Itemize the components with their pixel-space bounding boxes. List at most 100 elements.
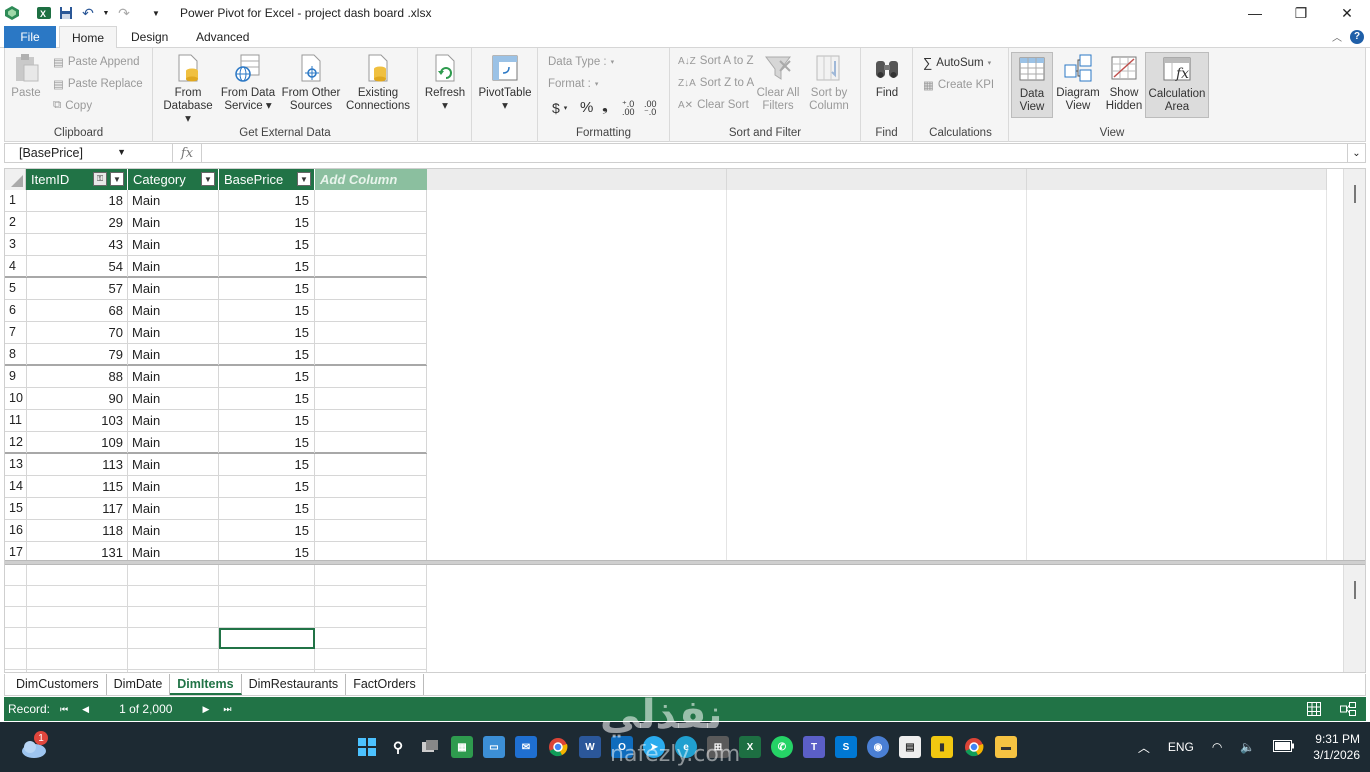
filter-dropdown-icon[interactable]: ▼ xyxy=(110,172,124,186)
sheet-tab-dimrestaurants[interactable]: DimRestaurants xyxy=(242,674,347,695)
mail-icon[interactable]: ✉ xyxy=(515,736,537,758)
selected-calc-cell[interactable] xyxy=(219,628,315,649)
cell-baseprice[interactable]: 15 xyxy=(219,256,315,277)
cell-baseprice[interactable]: 15 xyxy=(219,454,315,475)
cell-add-column[interactable] xyxy=(315,300,427,321)
cell-itemid[interactable]: 54 xyxy=(26,256,128,277)
chrome-profile-icon[interactable] xyxy=(963,736,985,758)
cell-itemid[interactable]: 103 xyxy=(26,410,128,431)
cell-category[interactable]: Main xyxy=(128,256,219,277)
table-row[interactable]: 14 115 Main 15 xyxy=(5,476,427,498)
calc-area-scrollbar[interactable] xyxy=(1343,565,1365,672)
cell-baseprice[interactable]: 15 xyxy=(219,520,315,541)
from-data-service-button[interactable]: From Data Service ▾ xyxy=(219,52,277,113)
table-row[interactable]: 13 113 Main 15 xyxy=(5,454,427,476)
notepad-icon[interactable]: ▤ xyxy=(899,736,921,758)
scrollbar-thumb[interactable] xyxy=(1354,185,1356,203)
diagram-view-status-icon[interactable] xyxy=(1338,699,1358,719)
table-row[interactable]: 7 70 Main 15 xyxy=(5,322,427,344)
word-icon[interactable]: W xyxy=(579,736,601,758)
cell-category[interactable]: Main xyxy=(128,344,219,365)
first-record-icon[interactable]: ⏮ xyxy=(60,704,68,715)
grid-view-icon[interactable] xyxy=(1304,699,1324,719)
cell-baseprice[interactable]: 15 xyxy=(219,190,315,211)
powerbi-icon[interactable]: ▮ xyxy=(931,736,953,758)
language-indicator[interactable]: ENG xyxy=(1168,740,1194,754)
cell-baseprice[interactable]: 15 xyxy=(219,278,315,299)
customize-qat-icon[interactable]: ▼ xyxy=(148,5,164,21)
formula-input[interactable] xyxy=(201,144,1347,162)
table-row[interactable]: 5 57 Main 15 xyxy=(5,278,427,300)
column-header-baseprice[interactable]: BasePrice ▼ xyxy=(219,169,315,190)
wifi-icon[interactable]: ◠ xyxy=(1212,740,1222,754)
cell-itemid[interactable]: 115 xyxy=(26,476,128,497)
column-header-itemid[interactable]: ItemID ⚿ ▼ xyxy=(26,169,128,190)
from-other-sources-button[interactable]: From Other Sources xyxy=(279,52,343,113)
paste-button[interactable]: Paste xyxy=(11,52,41,100)
cell-itemid[interactable]: 90 xyxy=(26,388,128,409)
cell-add-column[interactable] xyxy=(315,278,427,299)
sort-a-z-button[interactable]: A↓Z Sort A to Z xyxy=(678,55,753,67)
minimize-button[interactable]: — xyxy=(1232,0,1278,26)
remote-desktop-icon[interactable]: ▭ xyxy=(483,736,505,758)
cell-itemid[interactable]: 18 xyxy=(26,190,128,211)
table-row[interactable]: 3 43 Main 15 xyxy=(5,234,427,256)
refresh-button[interactable]: Refresh ▾ xyxy=(424,52,466,113)
cell-add-column[interactable] xyxy=(315,344,427,365)
cell-category[interactable]: Main xyxy=(128,388,219,409)
cell-baseprice[interactable]: 15 xyxy=(219,344,315,365)
vertical-scrollbar[interactable] xyxy=(1343,169,1365,561)
undo-dropdown-icon[interactable]: ▼ xyxy=(102,5,110,21)
azure-icon[interactable]: S xyxy=(835,736,857,758)
table-row[interactable]: 1 18 Main 15 xyxy=(5,190,427,212)
cell-baseprice[interactable]: 15 xyxy=(219,322,315,343)
paste-replace-button[interactable]: ▤ Paste Replace xyxy=(53,77,143,91)
cell-baseprice[interactable]: 15 xyxy=(219,300,315,321)
cell-itemid[interactable]: 43 xyxy=(26,234,128,255)
from-database-button[interactable]: From Database ▾ xyxy=(159,52,217,126)
comma-style-button[interactable]: ❟ xyxy=(602,98,608,115)
clock[interactable]: 9:31 PM 3/1/2026 xyxy=(1313,731,1360,763)
cell-itemid[interactable]: 68 xyxy=(26,300,128,321)
sheet-tab-dimitems[interactable]: DimItems xyxy=(170,674,242,695)
file-explorer-icon[interactable]: ▬ xyxy=(995,736,1017,758)
cell-add-column[interactable] xyxy=(315,366,427,387)
copy-button[interactable]: ⧉ Copy xyxy=(53,99,92,112)
browser-icon[interactable]: ◉ xyxy=(867,736,889,758)
cell-add-column[interactable] xyxy=(315,476,427,497)
cell-add-column[interactable] xyxy=(315,256,427,277)
name-box-dropdown-icon[interactable]: ▼ xyxy=(117,147,126,157)
cell-add-column[interactable] xyxy=(315,388,427,409)
diagram-view-button[interactable]: Diagram View xyxy=(1055,52,1101,113)
last-record-icon[interactable]: ⏭ xyxy=(223,704,231,715)
widgets-app-icon[interactable]: ▦ xyxy=(451,736,473,758)
tab-file[interactable]: File xyxy=(4,26,56,48)
cell-baseprice[interactable]: 15 xyxy=(219,366,315,387)
cell-baseprice[interactable]: 15 xyxy=(219,234,315,255)
whatsapp-icon[interactable]: ✆ xyxy=(771,736,793,758)
show-hidden-icons-icon[interactable]: ︿ xyxy=(1138,739,1150,756)
cell-itemid[interactable]: 70 xyxy=(26,322,128,343)
table-row[interactable]: 8 79 Main 15 xyxy=(5,344,427,366)
clear-all-filters-button[interactable]: Clear All Filters xyxy=(754,52,802,113)
table-row[interactable]: 4 54 Main 15 xyxy=(5,256,427,278)
weather-icon[interactable]: 1 xyxy=(20,731,50,761)
collapse-ribbon-icon[interactable]: ︿ xyxy=(1332,29,1342,44)
table-row[interactable]: 9 88 Main 15 xyxy=(5,366,427,388)
create-kpi-button[interactable]: ▦ Create KPI xyxy=(923,78,994,92)
table-row[interactable]: 2 29 Main 15 xyxy=(5,212,427,234)
cell-add-column[interactable] xyxy=(315,432,427,453)
cell-itemid[interactable]: 79 xyxy=(26,344,128,365)
fx-icon[interactable]: fx xyxy=(173,146,201,161)
undo-icon[interactable]: ↶ xyxy=(80,5,96,21)
cell-category[interactable]: Main xyxy=(128,300,219,321)
column-header-category[interactable]: Category ▼ xyxy=(128,169,219,190)
cell-add-column[interactable] xyxy=(315,498,427,519)
cell-itemid[interactable]: 57 xyxy=(26,278,128,299)
maximize-button[interactable]: ❐ xyxy=(1278,0,1324,26)
cell-itemid[interactable]: 118 xyxy=(26,520,128,541)
cell-category[interactable]: Main xyxy=(128,498,219,519)
find-button[interactable]: Find xyxy=(868,52,906,100)
table-row[interactable]: 11 103 Main 15 xyxy=(5,410,427,432)
expand-formula-icon[interactable]: ⌄ xyxy=(1347,144,1365,162)
